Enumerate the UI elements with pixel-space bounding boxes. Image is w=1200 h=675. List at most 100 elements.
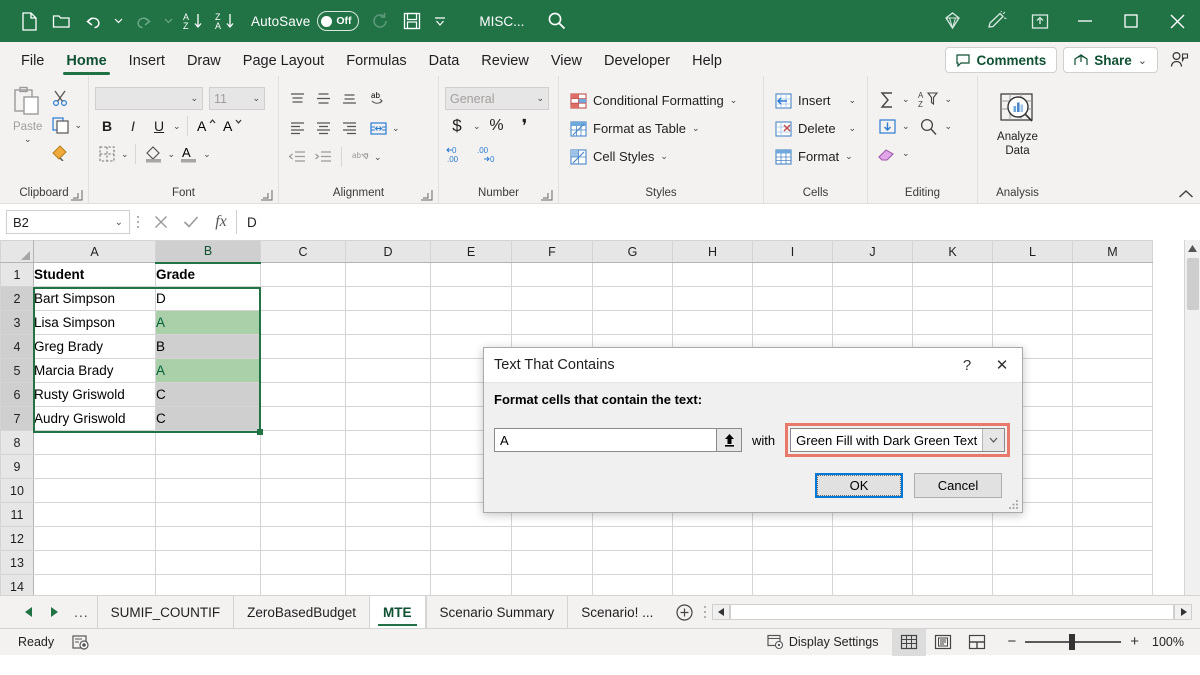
decrease-decimal-icon[interactable]: .000 (475, 142, 499, 166)
percent-format-button[interactable]: % (485, 114, 509, 138)
sheet-tab-splitter[interactable] (698, 604, 712, 620)
row-header-10[interactable]: 10 (1, 479, 34, 503)
insert-cells-button[interactable]: Insert ⌄ (770, 87, 861, 114)
number-dialog-launcher[interactable] (540, 189, 553, 202)
cell-d2[interactable] (346, 287, 431, 311)
cell-f14[interactable] (512, 575, 593, 596)
format-as-table-button[interactable]: Format as Table ⌄ (565, 115, 757, 142)
hscroll-right-arrow[interactable] (1174, 604, 1192, 620)
row-header-14[interactable]: 14 (1, 575, 34, 596)
cell-d10[interactable] (346, 479, 431, 503)
formula-input[interactable]: D (236, 210, 1194, 234)
zoom-in-button[interactable]: + (1130, 637, 1139, 647)
diamond-icon[interactable] (930, 0, 974, 42)
display-settings-button[interactable]: Display Settings (767, 634, 893, 650)
cell-c5[interactable] (261, 359, 346, 383)
sheet-overflow-ellipsis[interactable]: ... (66, 604, 97, 620)
add-sheet-button[interactable] (670, 598, 698, 626)
share-person-icon[interactable] (1164, 47, 1194, 73)
cell-l2[interactable] (993, 287, 1073, 311)
cell-h14[interactable] (673, 575, 753, 596)
cell-i13[interactable] (753, 551, 833, 575)
cell-e14[interactable] (431, 575, 512, 596)
cancel-button[interactable]: Cancel (914, 473, 1002, 498)
column-header-k[interactable]: K (913, 241, 993, 263)
cell-j2[interactable] (833, 287, 913, 311)
undo-caret-icon[interactable] (110, 7, 126, 35)
underline-button[interactable]: U (147, 114, 171, 138)
find-caret-icon[interactable]: ⌄ (945, 121, 953, 132)
cell-a7[interactable]: Audry Griswold (34, 407, 156, 431)
cell-g14[interactable] (593, 575, 673, 596)
cell-d3[interactable] (346, 311, 431, 335)
cell-d9[interactable] (346, 455, 431, 479)
cell-c6[interactable] (261, 383, 346, 407)
document-title[interactable]: MISC... (479, 14, 524, 29)
text-orientation-icon[interactable]: ab (366, 87, 390, 111)
column-header-i[interactable]: I (753, 241, 833, 263)
row-header-3[interactable]: 3 (1, 311, 34, 335)
clear-caret-icon[interactable]: ⌄ (902, 148, 910, 159)
shrink-font-icon[interactable]: A (220, 114, 244, 138)
autosum-caret-icon[interactable]: ⌄ (902, 94, 910, 105)
tab-home[interactable]: Home (55, 46, 117, 76)
cell-a1[interactable]: Student (34, 263, 156, 287)
cell-i2[interactable] (753, 287, 833, 311)
column-header-m[interactable]: M (1073, 241, 1153, 263)
select-all-corner[interactable] (1, 241, 34, 263)
align-left-icon[interactable] (285, 116, 309, 140)
cell-b9[interactable] (156, 455, 261, 479)
new-file-icon[interactable] (14, 6, 44, 36)
hscroll-left-arrow[interactable] (712, 604, 730, 620)
cell-m4[interactable] (1073, 335, 1153, 359)
fill-down-icon[interactable] (874, 115, 900, 139)
cell-d11[interactable] (346, 503, 431, 527)
horizontal-scrollbar[interactable] (712, 604, 1192, 620)
column-header-f[interactable]: F (512, 241, 593, 263)
cell-d1[interactable] (346, 263, 431, 287)
column-header-b[interactable]: B (156, 241, 261, 263)
cell-d8[interactable] (346, 431, 431, 455)
cell-c12[interactable] (261, 527, 346, 551)
cell-b14[interactable] (156, 575, 261, 596)
insert-function-icon[interactable]: fx (206, 209, 236, 235)
cell-m7[interactable] (1073, 407, 1153, 431)
fill-color-caret-icon[interactable]: ⌄ (168, 149, 176, 160)
cell-styles-button[interactable]: Cell Styles ⌄ (565, 143, 757, 170)
sheet-tab-scenario-summary[interactable]: Scenario Summary (426, 596, 568, 628)
cell-m9[interactable] (1073, 455, 1153, 479)
format-painter-icon[interactable] (49, 141, 71, 163)
share-button[interactable]: Share ⌄ (1063, 47, 1158, 73)
cell-c14[interactable] (261, 575, 346, 596)
tab-file[interactable]: File (10, 46, 55, 76)
wrap-text-icon[interactable]: ab (348, 145, 372, 169)
cell-g1[interactable] (593, 263, 673, 287)
cell-h13[interactable] (673, 551, 753, 575)
font-color-caret-icon[interactable]: ⌄ (203, 149, 211, 160)
sort-filter-icon[interactable]: AZ (915, 88, 943, 112)
cell-j14[interactable] (833, 575, 913, 596)
cell-e2[interactable] (431, 287, 512, 311)
bold-button[interactable]: B (95, 114, 119, 138)
cell-m1[interactable] (1073, 263, 1153, 287)
align-bottom-icon[interactable] (337, 87, 361, 111)
cell-b10[interactable] (156, 479, 261, 503)
format-cells-button[interactable]: Format ⌄ (770, 143, 861, 170)
cell-b13[interactable] (156, 551, 261, 575)
maximize-button[interactable] (1108, 0, 1154, 42)
dialog-close-icon[interactable]: ✕ (982, 356, 1022, 374)
cell-j13[interactable] (833, 551, 913, 575)
tab-data[interactable]: Data (418, 46, 471, 76)
cell-m8[interactable] (1073, 431, 1153, 455)
normal-view-icon[interactable] (892, 629, 926, 656)
italic-button[interactable]: I (121, 114, 145, 138)
cell-i3[interactable] (753, 311, 833, 335)
cell-k14[interactable] (913, 575, 993, 596)
cell-e12[interactable] (431, 527, 512, 551)
cell-b3[interactable]: A (156, 311, 261, 335)
cell-b5[interactable]: A (156, 359, 261, 383)
cell-m11[interactable] (1073, 503, 1153, 527)
alignment-dialog-launcher[interactable] (420, 189, 433, 202)
cell-c2[interactable] (261, 287, 346, 311)
sort-za-icon[interactable]: ZA (210, 6, 240, 36)
